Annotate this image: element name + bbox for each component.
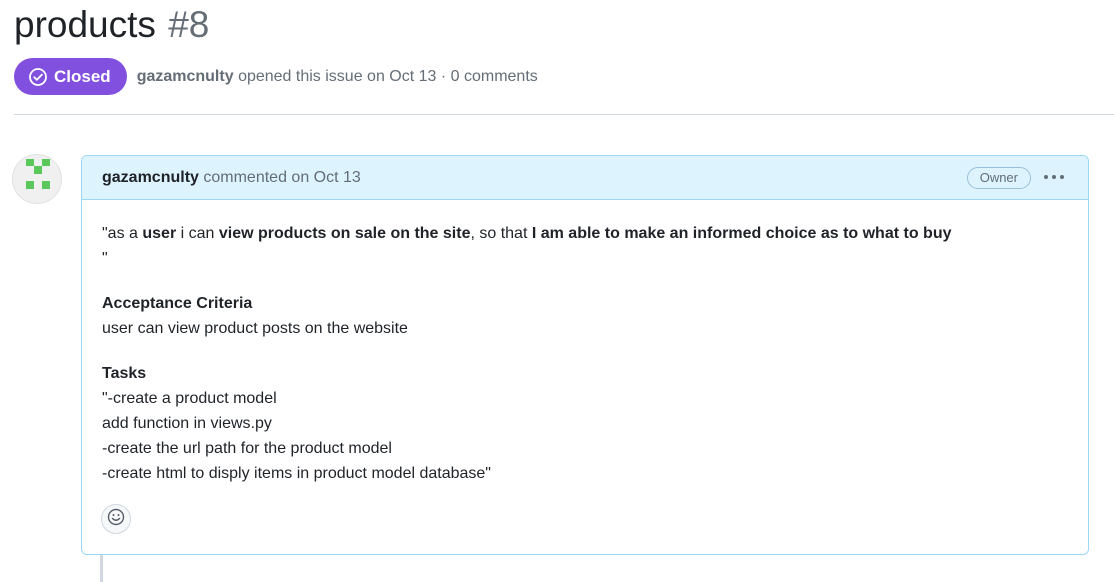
kebab-horizontal-icon[interactable] <box>1040 165 1068 189</box>
comment-header: gazamcnulty commented on Oct 13 Owner <box>82 156 1088 200</box>
story-part: view products on sale on the site <box>218 225 471 242</box>
tasks-heading: Tasks <box>102 365 147 382</box>
task-line: -create html to disply items in product … <box>102 465 491 482</box>
story-part: "as a <box>102 225 143 242</box>
task-line: add function in views.py <box>102 415 272 432</box>
comment-body: "as a user i can view products on sale o… <box>82 200 1088 486</box>
task-line: "-create a product model <box>102 390 277 407</box>
user-story-close: " <box>102 250 108 267</box>
acceptance-text: user can view product posts on the websi… <box>102 320 408 337</box>
comment-box: gazamcnulty commented on Oct 13 Owner "a… <box>81 155 1089 555</box>
story-part: i can <box>176 225 219 242</box>
add-reaction-button[interactable] <box>101 504 131 534</box>
issue-opened-info: gazamcnulty opened this issue on Oct 13 … <box>137 68 538 86</box>
issue-opened-text: opened this issue on Oct 13 · 0 comments <box>238 67 538 85</box>
story-part: I am able to make an informed choice as … <box>531 225 952 242</box>
issue-closed-icon <box>28 67 48 87</box>
acceptance-heading: Acceptance Criteria <box>102 295 253 312</box>
timeline-connector <box>100 554 103 582</box>
task-line: -create the url path for the product mod… <box>102 440 392 457</box>
owner-badge: Owner <box>966 167 1031 189</box>
avatar[interactable] <box>12 154 62 204</box>
issue-title-text: products <box>14 4 156 45</box>
issue-meta: Closed gazamcnulty opened this issue on … <box>14 58 538 95</box>
issue-page: products #8 Closed gazamcnulty opened th… <box>0 0 1114 582</box>
smiley-icon <box>107 508 125 531</box>
issue-number: #8 <box>168 4 210 45</box>
status-badge: Closed <box>14 58 127 95</box>
comment-author-link[interactable]: gazamcnulty <box>102 169 199 186</box>
comment-action-text: commented on Oct 13 <box>203 168 361 186</box>
issue-author-link[interactable]: gazamcnulty <box>137 68 234 85</box>
comment-meta: gazamcnulty commented on Oct 13 <box>102 169 361 187</box>
header-divider <box>14 114 1114 115</box>
story-part: user <box>142 225 177 242</box>
user-story-line: "as a user i can view products on sale o… <box>102 221 1068 246</box>
status-label: Closed <box>54 66 111 86</box>
issue-title: products #8 <box>14 2 209 48</box>
story-part: , so that <box>470 225 532 242</box>
